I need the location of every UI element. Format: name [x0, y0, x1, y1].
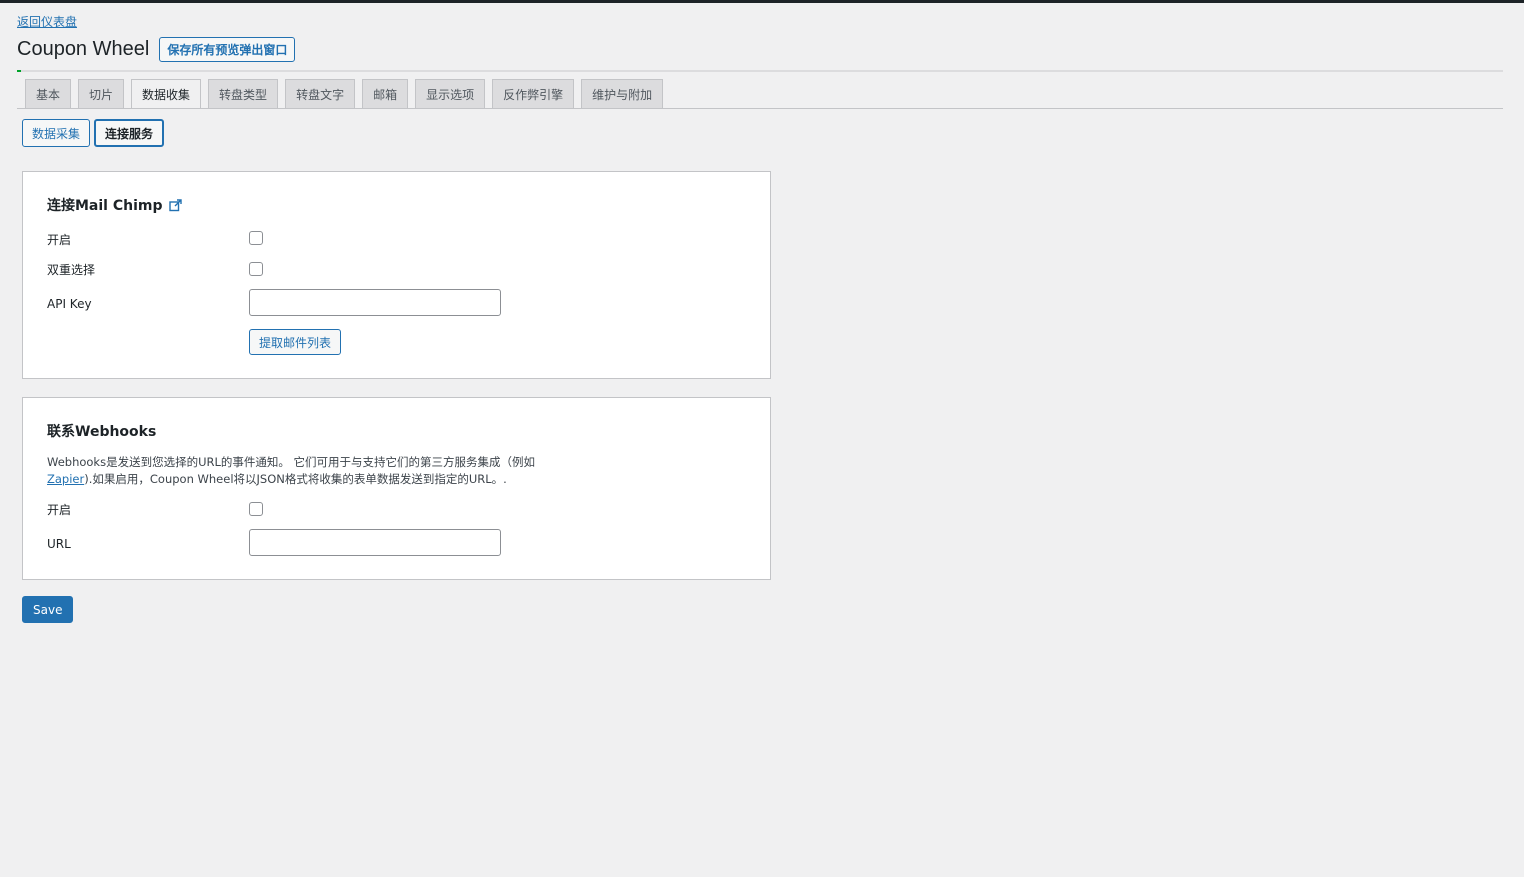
- webhooks-desc-part1: Webhooks是发送到您选择的URL的事件通知。 它们可用于与支持它们的第三方…: [47, 455, 536, 469]
- double-optin-checkbox[interactable]: [249, 262, 263, 276]
- tab-wheel-type[interactable]: 转盘类型: [208, 79, 279, 109]
- subtab-connect-services[interactable]: 连接服务: [94, 119, 165, 147]
- settings-tabs: 基本 切片 数据收集 转盘类型 转盘文字 邮箱 显示选项 反作弊引擎 维护与附加: [25, 79, 670, 109]
- mailchimp-heading-text: 连接Mail Chimp: [47, 198, 163, 214]
- fetch-mail-lists-button[interactable]: 提取邮件列表: [249, 329, 342, 355]
- title-row: Coupon Wheel 保存所有预览弹出窗口: [17, 37, 296, 62]
- double-optin-label: 双重选择: [47, 263, 96, 277]
- webhooks-description: Webhooks是发送到您选择的URL的事件通知。 它们可用于与支持它们的第三方…: [47, 454, 567, 488]
- progress-bar: [17, 70, 1503, 72]
- tab-maintenance[interactable]: 维护与附加: [581, 79, 664, 109]
- tab-slices[interactable]: 切片: [78, 79, 125, 109]
- mailchimp-enable-checkbox[interactable]: [249, 231, 263, 245]
- admin-top-bar: [0, 0, 1524, 3]
- webhooks-desc-part2: ).如果启用，Coupon Wheel将以JSON格式将收集的表单数据发送到指定…: [84, 472, 507, 486]
- tab-basic[interactable]: 基本: [25, 79, 72, 109]
- page-title: Coupon Wheel: [17, 38, 150, 60]
- back-to-dashboard-link[interactable]: 返回仪表盘: [17, 13, 77, 30]
- tab-data-collection[interactable]: 数据收集: [131, 79, 202, 109]
- tab-email[interactable]: 邮箱: [362, 79, 409, 109]
- progress-bar-fill: [17, 70, 21, 72]
- mailchimp-panel: 连接Mail Chimp 开启 双重选择 API Key 提取邮件列表: [22, 171, 771, 379]
- tab-anti-cheat[interactable]: 反作弊引擎: [492, 79, 575, 109]
- api-key-label: API Key: [47, 297, 92, 311]
- webhooks-enable-checkbox[interactable]: [249, 502, 263, 516]
- webhook-url-label: URL: [47, 537, 71, 551]
- webhook-url-input[interactable]: [249, 529, 501, 556]
- webhooks-enable-label: 开启: [47, 503, 72, 517]
- tab-display-options[interactable]: 显示选项: [415, 79, 486, 109]
- save-all-previews-button[interactable]: 保存所有预览弹出窗口: [159, 37, 296, 62]
- zapier-link[interactable]: Zapier: [47, 472, 84, 486]
- mailchimp-enable-label: 开启: [47, 233, 72, 247]
- mailchimp-heading: 连接Mail Chimp: [47, 195, 182, 215]
- save-button[interactable]: Save: [22, 596, 74, 623]
- tabs-divider: [17, 108, 1503, 109]
- external-link-icon[interactable]: [168, 198, 182, 212]
- tab-wheel-text[interactable]: 转盘文字: [285, 79, 356, 109]
- webhooks-panel: 联系Webhooks Webhooks是发送到您选择的URL的事件通知。 它们可…: [22, 397, 771, 580]
- webhooks-heading: 联系Webhooks: [47, 424, 157, 440]
- api-key-input[interactable]: [249, 289, 501, 316]
- subtab-data-capture[interactable]: 数据采集: [22, 119, 91, 147]
- subtabs: 数据采集 连接服务: [22, 119, 168, 147]
